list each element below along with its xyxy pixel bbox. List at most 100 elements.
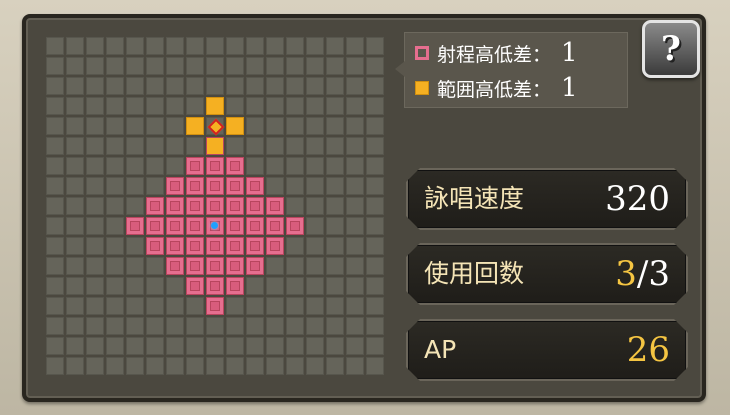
grid-cell [146, 317, 164, 335]
grid-cell [186, 37, 204, 55]
grid-cell [326, 237, 344, 255]
caster-position-icon [211, 222, 218, 229]
grid-cell [346, 57, 364, 75]
cast-speed-value: 320 [605, 179, 670, 219]
grid-cell [86, 57, 104, 75]
ap-label: AP [424, 335, 457, 364]
grid-cell [46, 337, 64, 355]
grid-cell [366, 337, 384, 355]
grid-cell-range [206, 197, 224, 215]
grid-cell [246, 77, 264, 95]
grid-cell [66, 97, 84, 115]
grid-cell [306, 317, 324, 335]
grid-cell [66, 117, 84, 135]
grid-cell [166, 277, 184, 295]
grid-cell [366, 297, 384, 315]
grid-cell [126, 237, 144, 255]
grid-cell [246, 357, 264, 375]
grid-cell [86, 217, 104, 235]
grid-cell [206, 77, 224, 95]
grid-cell [86, 97, 104, 115]
grid-cell [346, 77, 364, 95]
grid-cell-range [246, 217, 264, 235]
grid-cell-range [266, 237, 284, 255]
grid-cell [86, 277, 104, 295]
grid-cell [346, 357, 364, 375]
grid-cell [146, 37, 164, 55]
grid-cell [46, 197, 64, 215]
grid-cell [286, 337, 304, 355]
grid-cell [66, 157, 84, 175]
uses-max: 3 [648, 254, 670, 294]
grid-cell [126, 197, 144, 215]
grid-cell [326, 337, 344, 355]
grid-cell [66, 337, 84, 355]
grid-cell [246, 137, 264, 155]
grid-cell [286, 297, 304, 315]
grid-cell [146, 257, 164, 275]
grid-cell-range [206, 177, 224, 195]
grid-cell [286, 257, 304, 275]
grid-cell [126, 317, 144, 335]
grid-cell [266, 57, 284, 75]
grid-cell [286, 197, 304, 215]
grid-cell [226, 97, 244, 115]
grid-cell-range [246, 177, 264, 195]
grid-cell [306, 257, 324, 275]
grid-cell-range [186, 277, 204, 295]
grid-cell [106, 217, 124, 235]
grid-cell [366, 137, 384, 155]
grid-cell [146, 97, 164, 115]
grid-cell [186, 297, 204, 315]
grid-cell [246, 117, 264, 135]
grid-cell [126, 77, 144, 95]
grid-cell [126, 277, 144, 295]
grid-cell [166, 157, 184, 175]
grid-cell [146, 177, 164, 195]
range-height-label: 射程高低差： [437, 43, 552, 66]
grid-cell-range [146, 197, 164, 215]
grid-cell [346, 117, 364, 135]
grid-cell [326, 157, 344, 175]
grid-cell [166, 297, 184, 315]
grid-cell-range [206, 237, 224, 255]
cast-speed-box: 詠唱速度 320 [406, 168, 688, 230]
grid-cell [366, 357, 384, 375]
grid-cell [346, 137, 364, 155]
grid-cell [146, 357, 164, 375]
grid-cell [326, 317, 344, 335]
grid-cell [46, 237, 64, 255]
grid-cell [166, 317, 184, 335]
grid-cell [66, 197, 84, 215]
grid-cell [86, 37, 104, 55]
grid-cell [106, 237, 124, 255]
grid-cell [286, 37, 304, 55]
grid-cell [266, 97, 284, 115]
grid-cell [86, 177, 104, 195]
grid-cell [66, 77, 84, 95]
grid-cell [306, 297, 324, 315]
grid-cell [306, 357, 324, 375]
grid-cell [326, 357, 344, 375]
grid-cell [206, 337, 224, 355]
grid-cell-range [226, 257, 244, 275]
grid-cell [186, 337, 204, 355]
grid-cell-range [246, 237, 264, 255]
grid-cell [46, 257, 64, 275]
grid-cell [46, 217, 64, 235]
grid-cell-range [166, 177, 184, 195]
help-button[interactable]: ? [642, 20, 700, 78]
grid-cell [226, 357, 244, 375]
grid-cell [106, 357, 124, 375]
grid-cell-range [206, 297, 224, 315]
grid-cell [286, 97, 304, 115]
grid-cell [346, 337, 364, 355]
grid-cell [306, 177, 324, 195]
grid-cell [206, 37, 224, 55]
grid-cell [266, 297, 284, 315]
grid-cell [46, 117, 64, 135]
grid-cell [86, 237, 104, 255]
grid-cell [266, 257, 284, 275]
grid-cell [86, 137, 104, 155]
grid-cell [286, 137, 304, 155]
